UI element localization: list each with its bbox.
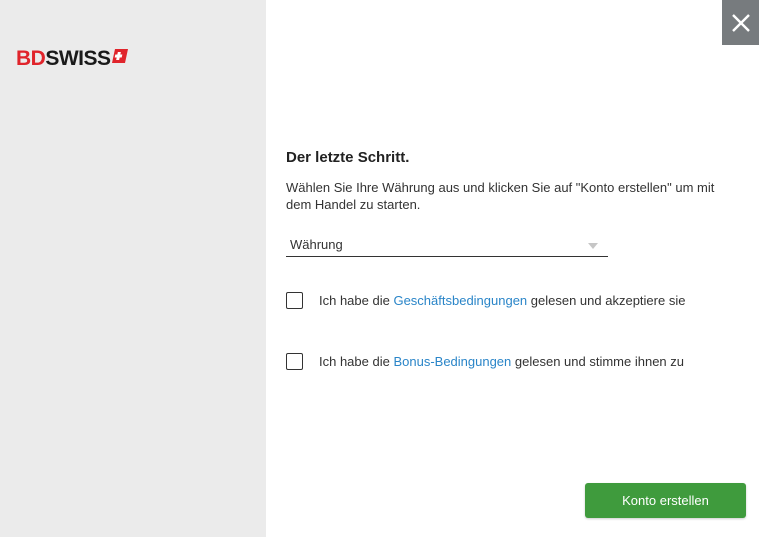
swiss-flag-icon — [111, 49, 128, 63]
signup-final-step: Der letzte Schritt. Wählen Sie Ihre Währ… — [286, 0, 736, 537]
terms-prefix: Ich habe die — [319, 293, 394, 308]
brand-logo-part2: SWISS — [45, 47, 111, 70]
bonus-suffix: gelesen und stimme ihnen zu — [511, 354, 684, 369]
bonus-label: Ich habe die Bonus-Bedingungen gelesen u… — [319, 354, 684, 369]
terms-row: Ich habe die Geschäftsbedingungen gelese… — [286, 292, 685, 309]
terms-suffix: gelesen und akzeptiere sie — [527, 293, 686, 308]
chevron-down-icon — [588, 242, 598, 249]
currency-select[interactable]: Währung — [286, 235, 608, 257]
step-description: Wählen Sie Ihre Währung aus und klicken … — [286, 180, 715, 212]
brand-logo: BD SWISS — [16, 46, 128, 72]
currency-select-value: Währung — [290, 237, 343, 252]
left-panel: BD SWISS — [0, 0, 266, 537]
step-title: Der letzte Schritt. — [286, 149, 410, 166]
bonus-row: Ich habe die Bonus-Bedingungen gelesen u… — [286, 353, 684, 370]
bonus-prefix: Ich habe die — [319, 354, 394, 369]
create-account-button[interactable]: Konto erstellen — [585, 483, 746, 518]
terms-label: Ich habe die Geschäftsbedingungen gelese… — [319, 293, 685, 308]
bonus-checkbox[interactable] — [286, 353, 303, 370]
bonus-link[interactable]: Bonus-Bedingungen — [393, 354, 511, 369]
terms-checkbox[interactable] — [286, 292, 303, 309]
brand-logo-part1: BD — [16, 47, 46, 70]
terms-link[interactable]: Geschäftsbedingungen — [393, 293, 527, 308]
